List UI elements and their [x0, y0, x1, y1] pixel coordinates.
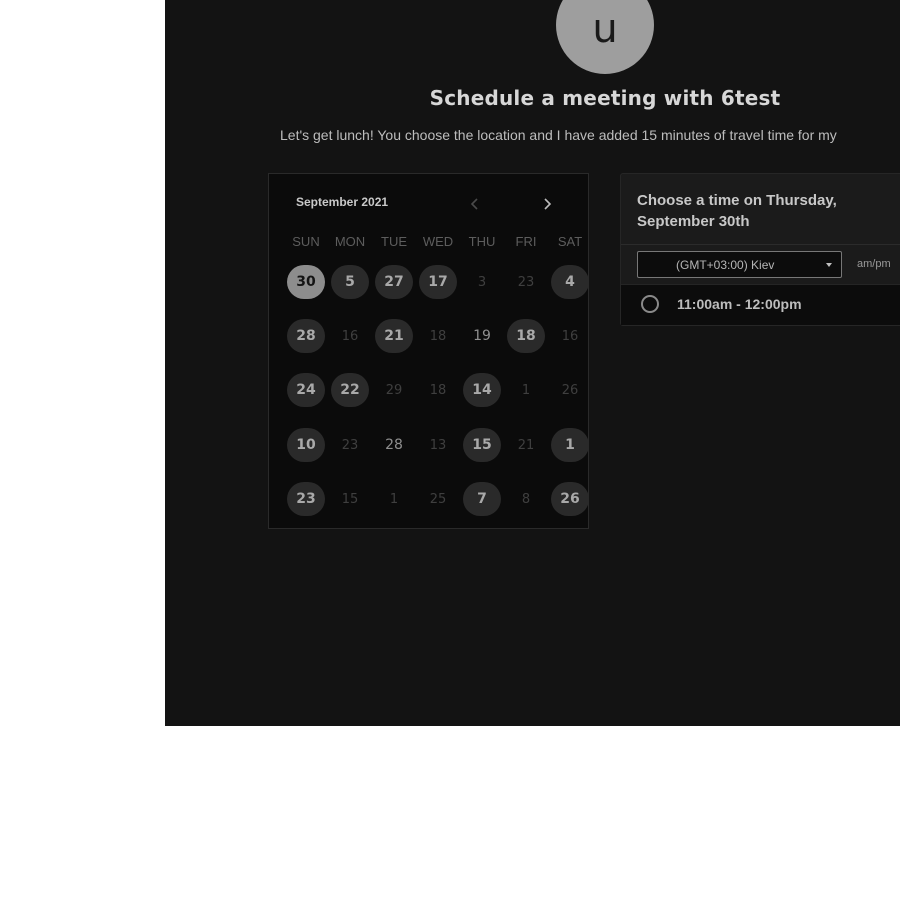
- page-title: Schedule a meeting with 6test: [429, 86, 781, 110]
- calendar-day: 18: [429, 328, 447, 344]
- calendar-day: 18: [429, 382, 447, 398]
- avatar: u: [556, 0, 654, 74]
- calendar-day[interactable]: 26: [551, 482, 589, 516]
- meeting-description: Let's get lunch! You choose the location…: [280, 127, 837, 143]
- timezone-value: (GMT+03:00) Kiev: [676, 258, 775, 272]
- calendar-day[interactable]: 5: [331, 265, 369, 299]
- chevron-right-icon: [544, 198, 552, 210]
- time-slot-option[interactable]: 11:00am - 12:00pm: [621, 285, 900, 325]
- divider: [621, 244, 900, 245]
- calendar-day[interactable]: 17: [419, 265, 457, 299]
- timezone-select[interactable]: (GMT+03:00) Kiev: [637, 251, 842, 278]
- calendar-day: 1: [389, 491, 399, 507]
- calendar-day[interactable]: 24: [287, 373, 325, 407]
- weekday-label: MON: [334, 234, 366, 249]
- calendar-day[interactable]: 4: [551, 265, 589, 299]
- calendar-day[interactable]: 15: [463, 428, 501, 462]
- calendar-day: 19: [473, 328, 491, 344]
- time-panel-heading: Choose a time on Thursday, September 30t…: [637, 192, 837, 230]
- previous-month-button[interactable]: [463, 192, 487, 216]
- calendar-day: 13: [429, 437, 447, 453]
- calendar-day[interactable]: 18: [507, 319, 545, 353]
- weekday-label: FRI: [515, 234, 537, 249]
- calendar-day: 28: [385, 437, 403, 453]
- calendar-day: 1: [521, 382, 531, 398]
- calendar-day: 16: [561, 328, 579, 344]
- calendar-month-label: September 2021: [296, 195, 389, 209]
- calendar-day: 21: [517, 437, 535, 453]
- weekday-label: SAT: [557, 234, 583, 249]
- time-format-toggle[interactable]: am/pm: [857, 258, 891, 270]
- calendar-day: 23: [517, 274, 535, 290]
- calendar-day: 3: [477, 274, 487, 290]
- radio-icon[interactable]: [641, 295, 659, 313]
- calendar-day[interactable]: 28: [287, 319, 325, 353]
- weekday-label: SUN: [292, 234, 320, 249]
- calendar-day: 15: [341, 491, 359, 507]
- calendar-day[interactable]: 1: [551, 428, 589, 462]
- weekday-label: THU: [468, 234, 496, 249]
- calendar-day[interactable]: 14: [463, 373, 501, 407]
- weekday-label: TUE: [381, 234, 407, 249]
- calendar-day: 26: [561, 382, 579, 398]
- time-slot-label: 11:00am - 12:00pm: [677, 296, 802, 312]
- calendar-day: 8: [521, 491, 531, 507]
- calendar-day[interactable]: 7: [463, 482, 501, 516]
- scheduling-page: u Schedule a meeting with 6test Let's ge…: [165, 0, 900, 726]
- calendar-day-selected[interactable]: 30: [287, 265, 325, 299]
- avatar-initial: u: [592, 6, 618, 52]
- calendar-day: 29: [385, 382, 403, 398]
- calendar-day[interactable]: 22: [331, 373, 369, 407]
- calendar-day: 16: [341, 328, 359, 344]
- calendar-day[interactable]: 21: [375, 319, 413, 353]
- weekday-label: WED: [422, 234, 454, 249]
- chevron-left-icon: [470, 198, 478, 210]
- calendar-day[interactable]: 10: [287, 428, 325, 462]
- calendar: September 2021 SUN MON TUE WED THU FRI SAT 30 5 2…: [268, 173, 589, 529]
- calendar-day[interactable]: 23: [287, 482, 325, 516]
- calendar-day: 23: [341, 437, 359, 453]
- time-selection-panel: Choose a time on Thursday, September 30t…: [620, 173, 900, 326]
- caret-down-icon: [826, 263, 832, 267]
- calendar-day: 25: [429, 491, 447, 507]
- calendar-day[interactable]: 27: [375, 265, 413, 299]
- next-month-button[interactable]: [535, 192, 559, 216]
